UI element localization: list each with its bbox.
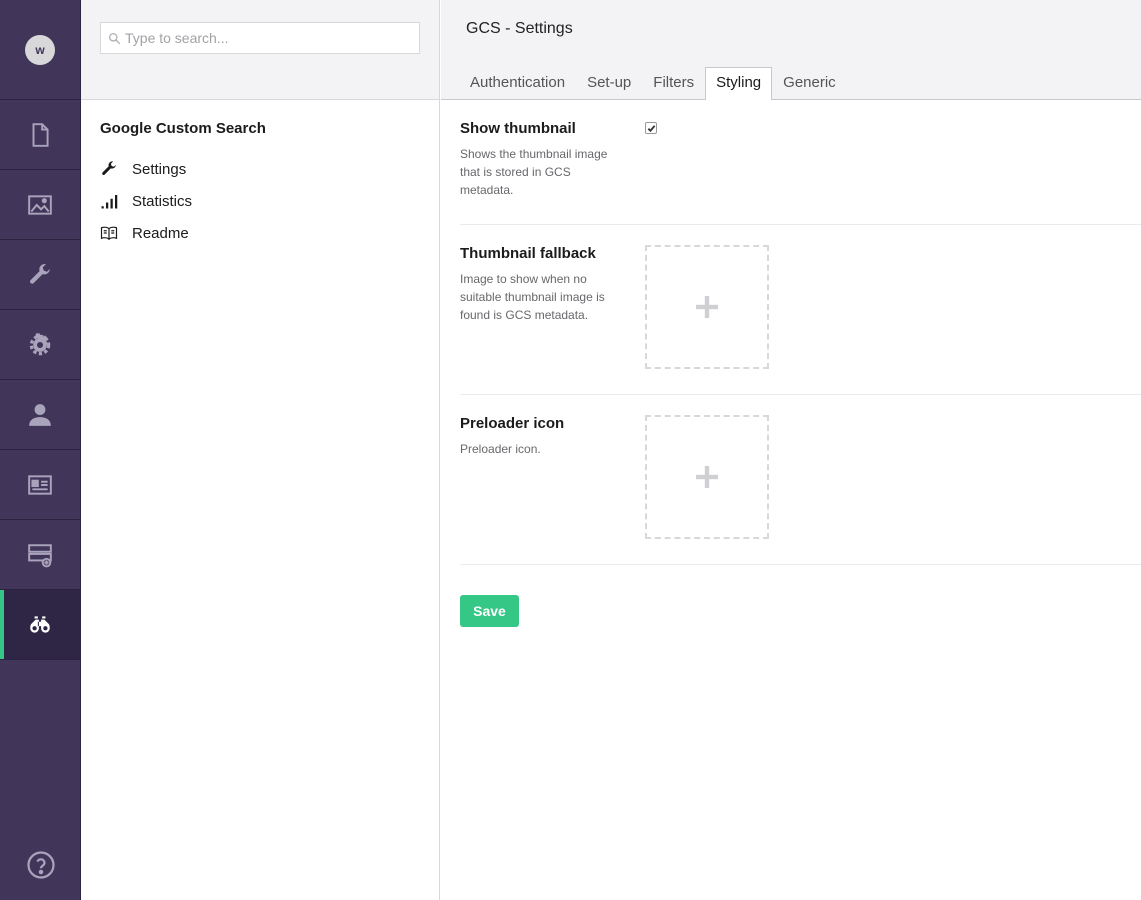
tree-header <box>81 0 439 100</box>
plus-icon <box>696 296 718 318</box>
section-rail: w <box>0 0 81 900</box>
property-description: Preloader icon. <box>460 442 541 456</box>
property-label: Preloader icon Preloader icon. <box>460 415 645 539</box>
property-list: Show thumbnail Shows the thumbnail image… <box>441 100 1141 627</box>
search-input[interactable] <box>125 30 405 46</box>
property-thumbnail-fallback: Thumbnail fallback Image to show when no… <box>460 225 1141 395</box>
tree-item-readme[interactable]: Readme <box>100 217 420 249</box>
property-value <box>645 415 769 539</box>
rail-item-forms[interactable] <box>0 520 80 590</box>
property-description: Image to show when no suitable thumbnail… <box>460 272 605 322</box>
bar-chart-icon <box>101 195 118 209</box>
rail-item-packages[interactable] <box>0 310 80 380</box>
gear-icon <box>29 332 51 355</box>
rail-item-media[interactable] <box>0 170 80 240</box>
property-description: Shows the thumbnail image that is stored… <box>460 147 608 197</box>
tree-item-label: Readme <box>132 224 189 242</box>
editor: GCS - Settings Authentication Set-up Fil… <box>441 0 1141 900</box>
book-icon <box>100 226 118 241</box>
show-thumbnail-checkbox[interactable] <box>645 122 657 134</box>
tree-item-statistics[interactable]: Statistics <box>100 185 420 217</box>
tree-panel: Google Custom Search Settings Statistics… <box>81 0 440 900</box>
binoculars-icon <box>30 615 50 633</box>
tab-authentication[interactable]: Authentication <box>459 67 576 99</box>
tree-body: Google Custom Search Settings Statistics… <box>81 100 439 269</box>
tree-item-label: Settings <box>132 160 187 178</box>
rail-item-users[interactable] <box>0 380 80 450</box>
property-title: Thumbnail fallback <box>460 245 596 262</box>
search-icon <box>108 32 121 44</box>
thumbnail-fallback-picker[interactable] <box>645 245 769 369</box>
tab-styling[interactable]: Styling <box>705 67 773 100</box>
rail-item-members[interactable] <box>0 450 80 520</box>
rail-item-content[interactable] <box>0 100 80 170</box>
rail-help[interactable] <box>0 850 81 880</box>
tree-item-settings[interactable]: Settings <box>100 153 420 185</box>
tree-search[interactable] <box>100 22 420 54</box>
tree-section-title[interactable]: Google Custom Search <box>100 120 420 137</box>
property-show-thumbnail: Show thumbnail Shows the thumbnail image… <box>460 100 1141 225</box>
property-label: Thumbnail fallback Image to show when no… <box>460 245 645 369</box>
form-add-icon <box>28 543 52 567</box>
property-title: Preloader icon <box>460 415 565 432</box>
tab-bar: Authentication Set-up Filters Styling Ge… <box>459 67 847 100</box>
user-icon <box>29 403 51 426</box>
id-card-icon <box>28 474 52 495</box>
editor-header: GCS - Settings Authentication Set-up Fil… <box>441 0 1141 100</box>
checkmark-icon <box>647 124 655 132</box>
rail-item-gcs[interactable] <box>0 590 80 660</box>
image-icon <box>28 194 52 215</box>
tab-generic[interactable]: Generic <box>772 67 847 99</box>
rail-header: w <box>0 0 80 100</box>
wrench-icon <box>30 263 50 284</box>
tree-item-label: Statistics <box>132 192 193 210</box>
user-avatar[interactable]: w <box>25 34 55 65</box>
property-label: Show thumbnail Shows the thumbnail image… <box>460 120 645 199</box>
preloader-icon-picker[interactable] <box>645 415 769 539</box>
document-icon <box>32 122 49 147</box>
property-preloader-icon: Preloader icon Preloader icon. <box>460 395 1141 565</box>
help-icon <box>26 851 55 879</box>
tab-set-up[interactable]: Set-up <box>576 67 642 99</box>
wrench-icon <box>102 161 116 175</box>
page-title: GCS - Settings <box>466 20 573 37</box>
save-button[interactable]: Save <box>460 595 519 627</box>
property-title: Show thumbnail <box>460 120 576 137</box>
property-value <box>645 120 657 199</box>
rail-item-settings[interactable] <box>0 240 80 310</box>
tab-filters[interactable]: Filters <box>642 67 705 99</box>
plus-icon <box>696 466 718 488</box>
property-value <box>645 245 769 369</box>
